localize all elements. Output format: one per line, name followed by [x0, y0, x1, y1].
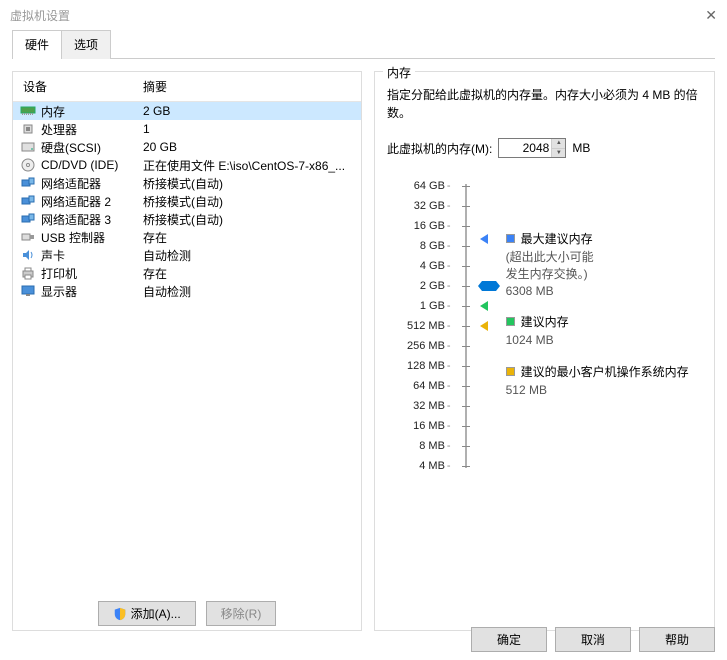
tab-bar: 硬件 选项 [0, 30, 727, 59]
hardware-row[interactable]: 硬盘(SCSI)20 GB [13, 138, 361, 156]
device-summary: 1 [143, 122, 361, 136]
memory-panel: 内存 指定分配给此虚拟机的内存量。内存大小必须为 4 MB 的倍数。 此虚拟机的… [374, 71, 715, 631]
device-name: 声卡 [41, 247, 143, 264]
device-name: 打印机 [41, 265, 143, 282]
memory-spinner[interactable]: ▲▼ [551, 139, 565, 157]
marker-min-icon [506, 367, 515, 376]
hardware-header: 设备 摘要 [13, 72, 361, 102]
device-summary: 20 GB [143, 140, 361, 154]
ok-button[interactable]: 确定 [471, 627, 547, 652]
hardware-row[interactable]: 处理器1 [13, 120, 361, 138]
disk-icon [19, 139, 37, 155]
tick-label: 128 MB- [407, 356, 451, 376]
header-summary: 摘要 [143, 78, 361, 95]
tick-label: 8 GB- [420, 236, 451, 256]
device-name: 硬盘(SCSI) [41, 139, 143, 156]
hardware-row[interactable]: 网络适配器 2桥接模式(自动) [13, 192, 361, 210]
net-icon [19, 175, 37, 191]
memory-slider[interactable] [454, 176, 480, 476]
hardware-row[interactable]: 内存2 GB [13, 102, 361, 120]
device-summary: 正在使用文件 E:\iso\CentOS-7-x86_... [143, 157, 361, 174]
net-icon [19, 211, 37, 227]
tick-label: 256 MB- [407, 336, 451, 356]
marker-min-triangle [480, 321, 488, 331]
usb-icon [19, 229, 37, 245]
hardware-row[interactable]: 网络适配器桥接模式(自动) [13, 174, 361, 192]
marker-min-title: 建议的最小客户机操作系统内存 [521, 363, 689, 380]
cancel-button[interactable]: 取消 [555, 627, 631, 652]
tab-hardware[interactable]: 硬件 [12, 30, 62, 59]
memory-legend: 内存 [383, 64, 415, 81]
hardware-row[interactable]: 显示器自动检测 [13, 282, 361, 300]
device-summary: 桥接模式(自动) [143, 175, 361, 192]
marker-rec-title: 建议内存 [521, 313, 569, 330]
display-icon [19, 283, 37, 299]
cpu-icon [19, 121, 37, 137]
printer-icon [19, 265, 37, 281]
device-summary: 桥接模式(自动) [143, 211, 361, 228]
device-summary: 桥接模式(自动) [143, 193, 361, 210]
hardware-row[interactable]: 网络适配器 3桥接模式(自动) [13, 210, 361, 228]
memory-input-label: 此虚拟机的内存(M): [387, 140, 492, 157]
device-name: 处理器 [41, 121, 143, 138]
titlebar: 虚拟机设置 ✕ [0, 0, 727, 30]
device-name: CD/DVD (IDE) [41, 158, 143, 172]
device-name: USB 控制器 [41, 229, 143, 246]
header-device: 设备 [13, 78, 143, 95]
memory-unit: MB [572, 141, 590, 155]
tick-label: 1 GB- [420, 296, 451, 316]
hardware-list[interactable]: 内存2 GB处理器1硬盘(SCSI)20 GBCD/DVD (IDE)正在使用文… [13, 102, 361, 591]
device-summary: 自动检测 [143, 247, 361, 264]
device-name: 网络适配器 2 [41, 193, 143, 210]
hardware-row[interactable]: CD/DVD (IDE)正在使用文件 E:\iso\CentOS-7-x86_.… [13, 156, 361, 174]
tick-label: 64 MB- [413, 376, 450, 396]
memory-markers [480, 176, 498, 476]
slider-thumb[interactable] [478, 281, 500, 291]
memory-ticks: 64 GB-32 GB-16 GB-8 GB-4 GB-2 GB-1 GB-51… [407, 176, 451, 476]
device-name: 显示器 [41, 283, 143, 300]
device-name: 网络适配器 3 [41, 211, 143, 228]
hardware-row[interactable]: 声卡自动检测 [13, 246, 361, 264]
hardware-row[interactable]: 打印机存在 [13, 264, 361, 282]
tick-label: 16 GB- [414, 216, 451, 236]
net-icon [19, 193, 37, 209]
tick-label: 64 GB- [414, 176, 451, 196]
device-summary: 2 GB [143, 104, 361, 118]
marker-max-triangle [480, 234, 488, 244]
tick-label: 32 GB- [414, 196, 451, 216]
tick-label: 2 GB- [420, 276, 451, 296]
tick-label: 32 MB- [413, 396, 450, 416]
hardware-row[interactable]: USB 控制器存在 [13, 228, 361, 246]
shield-icon [113, 607, 127, 621]
tick-label: 8 MB- [419, 436, 450, 456]
device-summary: 存在 [143, 265, 361, 282]
marker-rec-icon [506, 317, 515, 326]
tick-label: 512 MB- [407, 316, 451, 336]
tick-label: 4 GB- [420, 256, 451, 276]
tab-options[interactable]: 选项 [61, 30, 111, 59]
dialog-footer: 确定 取消 帮助 [471, 627, 715, 652]
mem-icon [19, 103, 37, 119]
device-summary: 存在 [143, 229, 361, 246]
device-name: 网络适配器 [41, 175, 143, 192]
help-button[interactable]: 帮助 [639, 627, 715, 652]
tick-label: 16 MB- [413, 416, 450, 436]
add-button[interactable]: 添加(A)... [98, 601, 196, 626]
marker-max-icon [506, 234, 515, 243]
hardware-list-panel: 设备 摘要 内存2 GB处理器1硬盘(SCSI)20 GBCD/DVD (IDE… [12, 71, 362, 631]
marker-rec-triangle [480, 301, 488, 311]
remove-button[interactable]: 移除(R) [206, 601, 277, 626]
memory-desc: 指定分配给此虚拟机的内存量。内存大小必须为 4 MB 的倍数。 [387, 86, 702, 122]
close-icon[interactable]: ✕ [705, 7, 717, 24]
cd-icon [19, 157, 37, 173]
marker-max-title: 最大建议内存 [521, 230, 593, 247]
device-name: 内存 [41, 103, 143, 120]
tick-label: 4 MB- [419, 456, 450, 476]
window-title: 虚拟机设置 [10, 7, 70, 24]
sound-icon [19, 247, 37, 263]
device-summary: 自动检测 [143, 283, 361, 300]
